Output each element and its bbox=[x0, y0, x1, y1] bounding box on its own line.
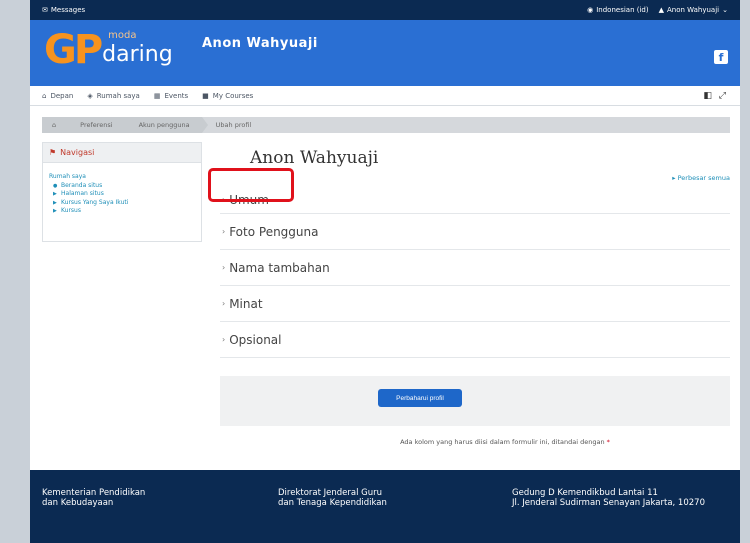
section-opsional[interactable]: › Opsional bbox=[220, 322, 730, 358]
language-menu[interactable]: ◉ Indonesian (id) bbox=[587, 6, 648, 14]
logo-letter-g: G bbox=[44, 27, 77, 73]
section-minat[interactable]: › Minat bbox=[220, 286, 730, 322]
logo-letter-p: P bbox=[73, 27, 103, 73]
nav-tree-label: Rumah saya bbox=[49, 173, 86, 180]
sitemap-icon: ⚑ bbox=[49, 148, 57, 157]
chevron-right-icon: › bbox=[222, 299, 226, 308]
footer-address: Gedung D Kemendikbud Lantai 11 Jl. Jende… bbox=[512, 488, 705, 508]
nav-tree-label: Beranda situs bbox=[61, 181, 103, 189]
nav-tree-label: Kursus bbox=[61, 207, 81, 214]
expand-arrow-icon: ▶ bbox=[53, 191, 57, 197]
chevron-down-icon: ⌄ bbox=[722, 6, 728, 14]
footer-ministry: Kementerian Pendidikan dan Kebudayaan bbox=[42, 488, 145, 508]
expand-arrow-icon: ▶ bbox=[53, 208, 57, 214]
footer-line: dan Tenaga Kependidikan bbox=[278, 498, 387, 508]
page-title: Anon Wahyuaji bbox=[250, 148, 379, 168]
language-label: Indonesian (id) bbox=[596, 6, 649, 14]
required-asterisk: * bbox=[606, 438, 610, 446]
footer-directorate: Direktorat Jenderal Guru dan Tenaga Kepe… bbox=[278, 488, 387, 508]
expand-all-link[interactable]: ▸ Perbesar semua bbox=[672, 174, 730, 182]
globe-icon: ◉ bbox=[587, 6, 594, 14]
chevron-right-icon: › bbox=[222, 227, 226, 236]
nav-label: Depan bbox=[50, 91, 74, 100]
form-actions: Perbaharui profil bbox=[220, 376, 730, 426]
section-label: Foto Pengguna bbox=[229, 224, 319, 239]
section-nama-tambahan[interactable]: › Nama tambahan bbox=[220, 250, 730, 286]
section-label: Minat bbox=[229, 296, 263, 311]
profile-form-sections: › Umum › Foto Pengguna › Nama tambahan › Min… bbox=[220, 186, 730, 358]
footer-line: Direktorat Jenderal Guru bbox=[278, 488, 383, 498]
nav-item-my-courses[interactable]: ■ My Courses bbox=[202, 92, 253, 100]
breadcrumb-current: Ubah profil bbox=[215, 121, 252, 129]
breadcrumb: ⌂ Preferensi Akun pengguna Ubah profil bbox=[42, 117, 730, 133]
nav-item-depan[interactable]: ⌂ Depan bbox=[42, 92, 73, 100]
main-nav: ⌂ Depan ◈ Rumah saya ▦ Events ■ My Cours… bbox=[30, 86, 740, 106]
nav-tree-item-beranda-situs[interactable]: ● Beranda situs bbox=[49, 182, 195, 191]
messages-link[interactable]: ✉ Messages bbox=[42, 6, 85, 14]
user-menu[interactable]: ▲ Anon Wahyuaji ⌄ bbox=[659, 6, 728, 14]
footer-line: Kementerian Pendidikan bbox=[42, 488, 146, 498]
expand-arrow-icon: ▶ bbox=[53, 199, 57, 206]
breadcrumb-item[interactable]: Preferensi bbox=[66, 117, 132, 133]
highlight-box bbox=[208, 168, 294, 202]
site-header: GP moda daring Anon Wahyuaji f bbox=[30, 20, 740, 86]
page: ✉ Messages ◉ Indonesian (id) ▲ Anon Wahy… bbox=[30, 0, 740, 543]
navigation-title: Navigasi bbox=[60, 148, 95, 157]
navigation-tree: Rumah saya ● Beranda situs ▶ Halaman situs… bbox=[43, 163, 201, 226]
footer-line: dan Kebudayaan bbox=[42, 498, 114, 508]
chevron-right-icon: › bbox=[222, 263, 226, 272]
nav-tree-item-kursus-ikuti[interactable]: ▶ Kursus Yang Saya Ikuti bbox=[49, 199, 195, 208]
user-icon: ▲ bbox=[658, 6, 664, 14]
required-note-text: Ada kolom yang harus diisi dalam formuli… bbox=[400, 438, 605, 446]
footer-line: Gedung D Kemendikbud Lantai 11 bbox=[512, 488, 658, 498]
nav-tree-item-halaman-situs[interactable]: ▶ Halaman situs bbox=[49, 190, 195, 199]
chevron-right-icon: › bbox=[222, 335, 226, 344]
nav-item-events[interactable]: ▦ Events bbox=[154, 92, 188, 100]
main-content: Anon Wahyuaji ▸ Perbesar semua › Umum › Fo… bbox=[208, 142, 730, 446]
briefcase-icon: ■ bbox=[202, 91, 209, 100]
breadcrumb-item[interactable]: Akun pengguna bbox=[124, 117, 208, 133]
messages-label: Messages bbox=[50, 6, 86, 14]
expand-all-label: Perbesar semua bbox=[677, 174, 730, 182]
section-umum[interactable]: › Umum bbox=[220, 186, 730, 214]
site-footer: Kementerian Pendidikan dan Kebudayaan Di… bbox=[30, 470, 740, 543]
breadcrumb-home-icon[interactable]: ⌂ bbox=[42, 117, 73, 133]
update-profile-button[interactable]: Perbaharui profil bbox=[378, 389, 462, 407]
dashboard-icon: ◈ bbox=[87, 91, 93, 100]
header-username: Anon Wahyuaji bbox=[202, 36, 318, 51]
nav-item-rumah-saya[interactable]: ◈ Rumah saya bbox=[87, 92, 140, 100]
nav-label: My Courses bbox=[212, 91, 254, 100]
nav-tree-item-kursus[interactable]: ▶ Kursus bbox=[49, 207, 195, 216]
section-label: Opsional bbox=[229, 332, 282, 347]
section-foto-pengguna[interactable]: › Foto Pengguna bbox=[220, 214, 730, 250]
nav-tree-label: Halaman situs bbox=[61, 190, 104, 197]
sidebar-toggle-icon[interactable]: ◧ bbox=[703, 91, 714, 101]
nav-tree-item-rumah-saya[interactable]: Rumah saya bbox=[49, 173, 195, 182]
layout-tools: ◧ ⤢ bbox=[703, 91, 728, 101]
navigation-block: ⚑ Navigasi Rumah saya ● Beranda situs ▶ Ha… bbox=[42, 142, 202, 242]
nav-label: Events bbox=[164, 91, 189, 100]
nav-label: Rumah saya bbox=[96, 91, 140, 100]
nav-tree-label: Kursus Yang Saya Ikuti bbox=[61, 198, 129, 206]
bullet-icon: ● bbox=[53, 182, 58, 189]
user-menu-label: Anon Wahyuaji bbox=[666, 6, 720, 14]
top-bar: ✉ Messages ◉ Indonesian (id) ▲ Anon Wahy… bbox=[30, 0, 740, 20]
facebook-icon[interactable]: f bbox=[714, 50, 728, 64]
home-icon: ⌂ bbox=[42, 91, 47, 100]
logo-moda: moda bbox=[108, 30, 137, 41]
required-fields-note: Ada kolom yang harus diisi dalam formuli… bbox=[220, 438, 730, 446]
logo-daring: daring bbox=[102, 42, 173, 67]
fullscreen-icon[interactable]: ⤢ bbox=[719, 91, 728, 101]
navigation-block-header: ⚑ Navigasi bbox=[43, 143, 201, 163]
envelope-icon: ✉ bbox=[42, 6, 48, 14]
footer-line: Jl. Jenderal Sudirman Senayan Jakarta, 1… bbox=[512, 498, 705, 508]
calendar-icon: ▦ bbox=[153, 91, 161, 100]
section-label: Nama tambahan bbox=[229, 260, 330, 275]
site-logo[interactable]: GP moda daring bbox=[44, 28, 182, 72]
